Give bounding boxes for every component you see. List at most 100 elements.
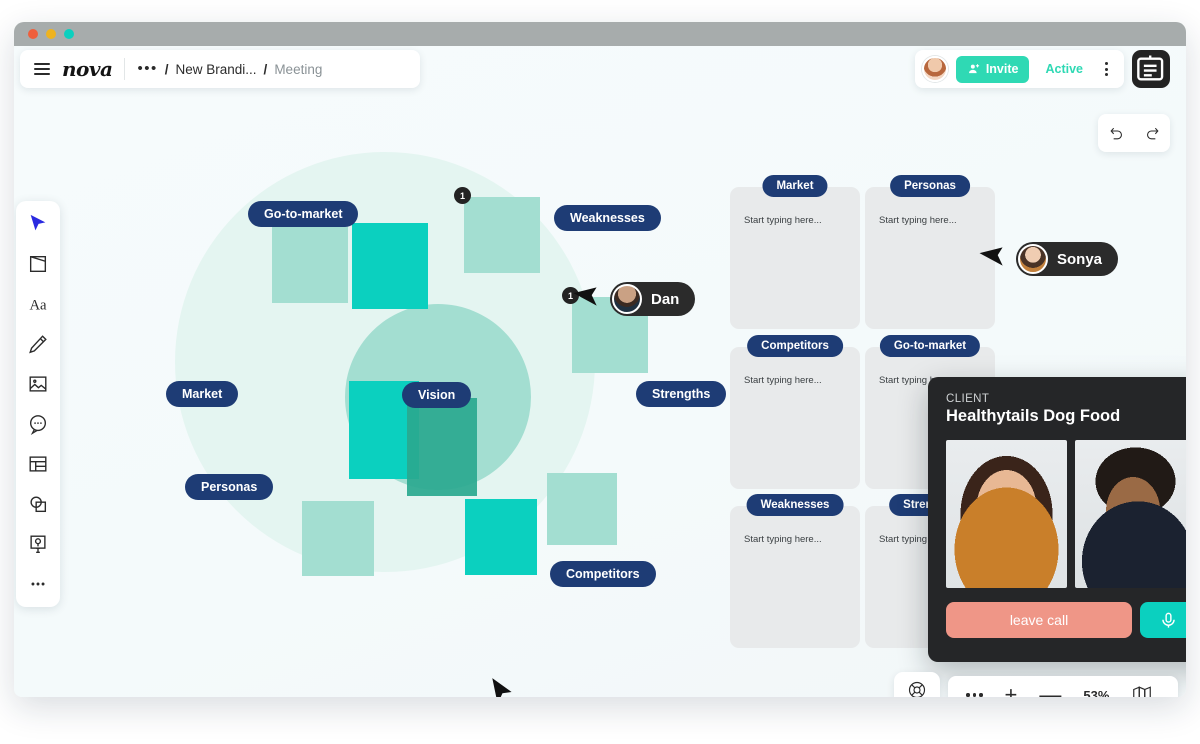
- sticky-card-personas[interactable]: Personas Start typing here...: [865, 175, 995, 329]
- minimap-icon[interactable]: [1131, 684, 1153, 697]
- close-window-button[interactable]: [28, 29, 38, 39]
- image-tool[interactable]: [25, 371, 51, 397]
- brand-logo[interactable]: nova: [62, 57, 113, 81]
- header-divider: [124, 58, 126, 80]
- mindmap-pill-market[interactable]: Market: [166, 381, 239, 407]
- client-name: Healthytails Dog Food: [946, 407, 1121, 425]
- client-kicker: CLIENT: [946, 393, 990, 405]
- header-right-cluster: Invite Active: [914, 50, 1170, 88]
- sticky-card-competitors[interactable]: Competitors Start typing here...: [730, 335, 860, 489]
- sticky-card-market[interactable]: Market Start typing here...: [730, 175, 860, 329]
- cursor-avatar-dan: [612, 284, 642, 314]
- cursor-name-dan: Dan: [651, 290, 680, 308]
- mindmap-note[interactable]: [547, 473, 617, 545]
- redo-icon[interactable]: [1144, 125, 1161, 142]
- mindmap-note[interactable]: [272, 227, 348, 303]
- app-header: nova ••• / New Brandi... / Meeting: [20, 50, 420, 88]
- whiteboard-canvas[interactable]: 11 Go-to-market Weaknesses Market Vision Str…: [14, 46, 1186, 697]
- mindmap-note[interactable]: [302, 501, 374, 576]
- text-aa-icon: Aa: [29, 298, 47, 314]
- canvas-more-button[interactable]: [966, 693, 983, 697]
- app-window: 11 Go-to-market Weaknesses Market Vision Str…: [14, 22, 1186, 697]
- mindmap-pill-vision[interactable]: Vision: [402, 382, 472, 408]
- table-tool[interactable]: [25, 451, 51, 477]
- presentation-icon: [30, 535, 46, 553]
- mindmap-pill-strengths[interactable]: Strengths: [636, 381, 727, 407]
- help-button[interactable]: help: [894, 672, 940, 697]
- shapes-icon: [30, 496, 47, 513]
- sticky-note-tool[interactable]: [25, 251, 51, 277]
- header-more-button[interactable]: [1099, 62, 1114, 76]
- breadcrumb-page[interactable]: Meeting: [274, 62, 322, 77]
- ellipsis-icon: [31, 582, 45, 586]
- svg-text:Aa: Aa: [29, 298, 47, 314]
- zoom-toolbar: + — 53%: [948, 676, 1178, 697]
- mindmap-pill-go-to-market[interactable]: Go-to-market: [248, 201, 359, 227]
- mindmap-note[interactable]: [352, 223, 428, 309]
- pointer-arrow-icon: [492, 678, 512, 697]
- presence-bar: Invite Active: [914, 50, 1124, 88]
- breadcrumb-project[interactable]: New Brandi...: [176, 62, 257, 77]
- undo-redo-toolbar: [1098, 114, 1170, 152]
- comment-tool[interactable]: [25, 411, 51, 437]
- image-icon: [29, 376, 47, 392]
- menu-button[interactable]: [34, 63, 50, 75]
- cursor-icon: [30, 214, 46, 231]
- pen-tool[interactable]: [25, 331, 51, 357]
- cursor-label-dan: Dan: [610, 282, 696, 316]
- video-tile-woman[interactable]: [946, 440, 1067, 588]
- notes-panel-button[interactable]: [1132, 50, 1170, 88]
- card-placeholder[interactable]: Start typing here...: [744, 375, 822, 386]
- pencil-icon: [29, 335, 47, 354]
- mindmap-note[interactable]: [465, 499, 537, 575]
- video-call-panel[interactable]: CLIENT Healthytails Dog Food leave call: [928, 377, 1186, 662]
- avatar[interactable]: [921, 56, 948, 82]
- zoom-in-button[interactable]: +: [1005, 684, 1018, 698]
- call-controls: leave call: [946, 602, 1186, 638]
- card-placeholder[interactable]: Start typing here...: [744, 534, 822, 545]
- video-tiles: [946, 440, 1186, 588]
- card-title-market[interactable]: Market: [762, 175, 828, 197]
- breadcrumb-overflow[interactable]: •••: [137, 61, 157, 76]
- leave-call-button[interactable]: leave call: [946, 602, 1132, 638]
- table-icon: [29, 456, 47, 472]
- shapes-tool[interactable]: [25, 491, 51, 517]
- status-badge: Active: [1045, 62, 1083, 76]
- invite-label: Invite: [985, 62, 1019, 76]
- card-title-weaknesses[interactable]: Weaknesses: [746, 494, 844, 516]
- card-placeholder[interactable]: Start typing here...: [744, 215, 822, 226]
- undo-icon[interactable]: [1108, 125, 1125, 142]
- more-tools[interactable]: [25, 571, 51, 597]
- select-tool[interactable]: [25, 211, 51, 237]
- sticky-note-icon: [29, 255, 47, 273]
- left-toolbar: Aa: [16, 201, 60, 607]
- invite-button[interactable]: Invite: [955, 55, 1030, 83]
- note-badge[interactable]: 1: [454, 187, 471, 204]
- breadcrumb: ••• / New Brandi... / Meeting: [137, 61, 322, 77]
- text-tool[interactable]: Aa: [25, 291, 51, 317]
- card-title-go-to-market[interactable]: Go-to-market: [879, 335, 981, 357]
- mindmap-note[interactable]: [407, 398, 477, 496]
- cursor-pointer-sarah: [490, 677, 516, 697]
- card-title-personas[interactable]: Personas: [890, 175, 970, 197]
- mindmap-pill-personas[interactable]: Personas: [185, 474, 274, 500]
- lifebuoy-icon: [908, 681, 926, 697]
- comment-icon: [29, 415, 47, 435]
- zoom-window-button[interactable]: [64, 29, 74, 39]
- mic-toggle-button[interactable]: [1140, 602, 1186, 638]
- mindmap-pill-weaknesses[interactable]: Weaknesses: [554, 205, 661, 231]
- notes-panel-icon: [1137, 55, 1164, 81]
- microphone-icon: [1161, 612, 1175, 628]
- sticky-card-weaknesses[interactable]: Weaknesses Start typing here...: [730, 494, 860, 648]
- add-user-icon: [968, 64, 980, 74]
- card-title-competitors[interactable]: Competitors: [747, 335, 843, 357]
- zoom-out-button[interactable]: —: [1039, 684, 1061, 698]
- zoom-level-label: 53%: [1083, 687, 1110, 698]
- presentation-tool[interactable]: [25, 531, 51, 557]
- mindmap-pill-competitors[interactable]: Competitors: [550, 561, 656, 587]
- video-tile-man[interactable]: [1075, 440, 1186, 588]
- cursor-avatar-sonya: [1018, 244, 1048, 274]
- mindmap-note[interactable]: 1: [454, 187, 540, 273]
- card-placeholder[interactable]: Start typing here...: [879, 215, 957, 226]
- minimize-window-button[interactable]: [46, 29, 56, 39]
